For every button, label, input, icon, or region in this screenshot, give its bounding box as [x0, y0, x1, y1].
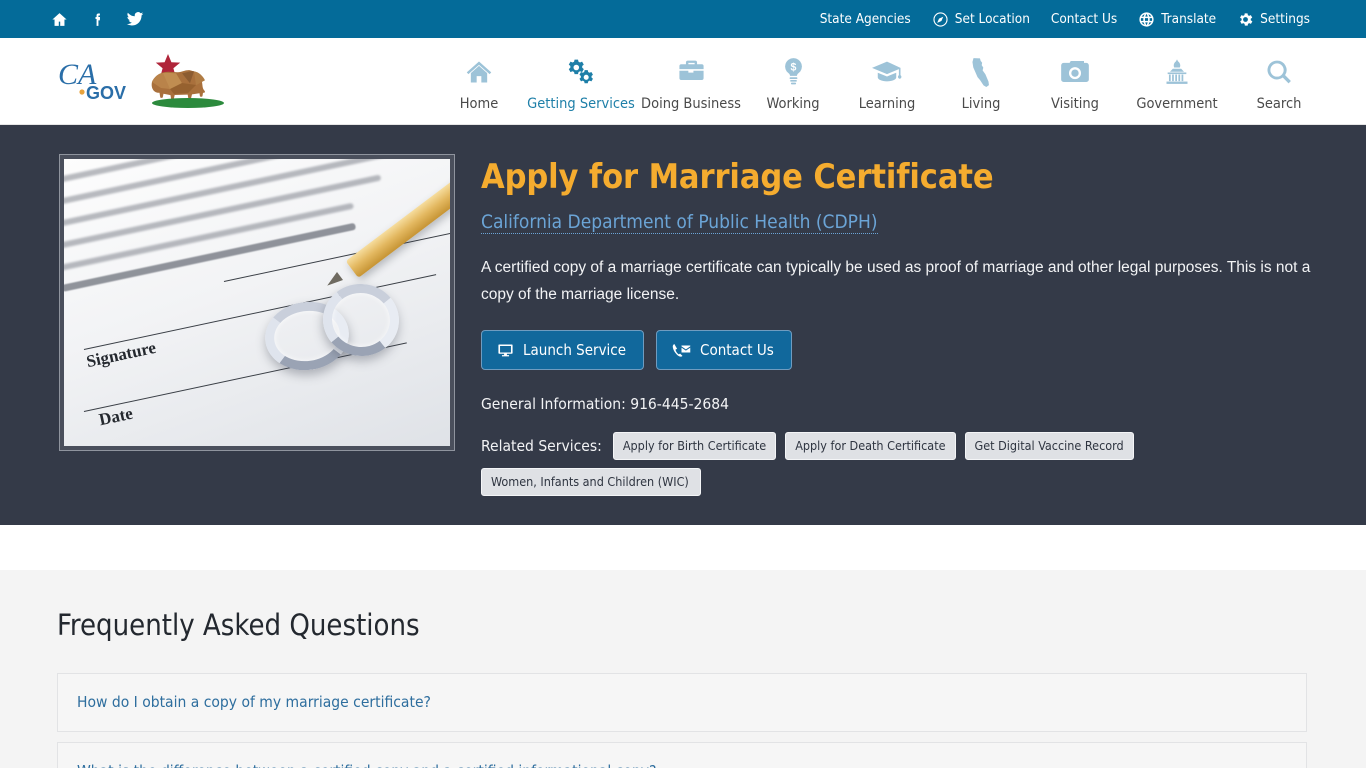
home-icon[interactable]	[50, 10, 68, 28]
content-gap	[0, 525, 1366, 570]
contact-us-button[interactable]: Contact Us	[656, 330, 792, 371]
utility-social-icons	[50, 10, 144, 28]
launch-service-label: Launch Service	[523, 341, 627, 360]
nav-items: Home Getting Services Doing Business $ W…	[432, 51, 1326, 112]
ca-gov-wordmark-icon: CA GOV	[56, 56, 130, 106]
gears-icon	[566, 57, 596, 87]
state-agencies-label: State Agencies	[819, 11, 911, 27]
faq-item[interactable]: How do I obtain a copy of my marriage ce…	[57, 673, 1307, 732]
nav-item-doing-business[interactable]: Doing Business	[636, 51, 746, 112]
faq-section: Frequently Asked Questions How do I obta…	[0, 570, 1366, 768]
translate-label: Translate	[1161, 11, 1217, 27]
nav-item-living[interactable]: Living	[934, 51, 1028, 112]
california-bear-icon	[134, 52, 242, 110]
state-agencies-link[interactable]: State Agencies	[820, 11, 911, 27]
desktop-monitor-icon	[497, 342, 514, 359]
hero-body: Apply for Marriage Certificate Californi…	[455, 154, 1326, 525]
twitter-icon[interactable]	[126, 10, 144, 28]
pen-icon	[345, 170, 450, 278]
nav-label-home: Home	[459, 95, 499, 112]
main-navigation: CA GOV Home Getting Services Doing Busin…	[0, 38, 1366, 125]
nav-label-living: Living	[961, 95, 1001, 112]
house-icon	[465, 57, 493, 87]
related-services-label: Related Services:	[481, 437, 602, 456]
contact-us-label: Contact Us	[1050, 11, 1118, 27]
nav-label-getting-services: Getting Services	[527, 95, 635, 112]
related-services: Related Services: Apply for Birth Certif…	[481, 432, 1326, 497]
search-icon	[1265, 57, 1293, 87]
faq-question: How do I obtain a copy of my marriage ce…	[77, 693, 431, 711]
nav-item-home[interactable]: Home	[432, 51, 526, 112]
marriage-document-photo: Signature Date	[64, 159, 450, 446]
related-service-tag[interactable]: Get Digital Vaccine Record	[964, 432, 1134, 461]
agency-link[interactable]: California Department of Public Health (…	[481, 211, 878, 235]
settings-label: Settings	[1260, 11, 1310, 27]
nav-label-government: Government	[1136, 95, 1218, 112]
utility-links: State Agencies Set Location Contact Us T…	[820, 11, 1310, 28]
nav-item-getting-services[interactable]: Getting Services	[526, 51, 636, 112]
camera-icon	[1060, 57, 1090, 87]
graduation-cap-icon	[872, 57, 902, 87]
nav-label-working: Working	[766, 95, 820, 112]
nav-label-search: Search	[1256, 95, 1302, 112]
nav-item-working[interactable]: $ Working	[746, 51, 840, 112]
california-state-icon	[971, 57, 991, 87]
svg-text:GOV: GOV	[86, 83, 126, 103]
nav-label-learning: Learning	[858, 95, 916, 112]
nav-item-visiting[interactable]: Visiting	[1028, 51, 1122, 112]
faq-heading: Frequently Asked Questions	[57, 608, 420, 642]
nav-label-visiting: Visiting	[1051, 95, 1099, 112]
pen-tip-icon	[324, 272, 344, 290]
phone-envelope-icon	[672, 342, 691, 359]
facebook-icon[interactable]	[88, 10, 106, 28]
translate-link[interactable]: Translate	[1138, 11, 1216, 28]
faq-question: What is the difference between a certifi…	[77, 762, 656, 768]
set-location-link[interactable]: Set Location	[932, 11, 1030, 28]
nav-label-doing-business: Doing Business	[641, 95, 741, 112]
hero-image-frame: Signature Date	[59, 154, 455, 451]
service-description: A certified copy of a marriage certifica…	[481, 259, 1311, 303]
settings-link[interactable]: Settings	[1237, 11, 1310, 28]
nav-item-learning[interactable]: Learning	[840, 51, 934, 112]
faq-list: How do I obtain a copy of my marriage ce…	[57, 673, 1307, 768]
nav-item-search[interactable]: Search	[1232, 51, 1326, 112]
contact-us-button-label: Contact Us	[700, 341, 774, 360]
svg-text:$: $	[790, 61, 796, 73]
lightbulb-dollar-icon: $	[780, 57, 807, 87]
general-information: General Information: 916-445-2684	[481, 395, 729, 414]
ca-gov-logo[interactable]: CA GOV	[56, 52, 242, 110]
hero-section: Signature Date Apply for Marriage Certif…	[0, 125, 1366, 525]
briefcase-icon	[677, 57, 706, 87]
related-service-tag[interactable]: Apply for Birth Certificate	[612, 432, 777, 461]
faq-item[interactable]: What is the difference between a certifi…	[57, 742, 1307, 768]
signature-label: Signature	[84, 337, 158, 372]
capitol-building-icon	[1163, 57, 1191, 87]
related-service-tag[interactable]: Women, Infants and Children (WIC)	[481, 468, 701, 497]
utility-bar: State Agencies Set Location Contact Us T…	[0, 0, 1366, 38]
location-compass-icon	[932, 11, 949, 28]
launch-service-button[interactable]: Launch Service	[481, 330, 645, 371]
contact-us-link[interactable]: Contact Us	[1051, 11, 1117, 27]
related-service-tag[interactable]: Apply for Death Certificate	[785, 432, 956, 461]
gear-icon	[1237, 11, 1254, 28]
hero-action-buttons: Launch Service Contact Us	[481, 330, 1326, 371]
nav-item-government[interactable]: Government	[1122, 51, 1232, 112]
set-location-label: Set Location	[954, 11, 1030, 27]
page-title: Apply for Marriage Certificate	[481, 157, 994, 197]
globe-icon	[1138, 11, 1155, 28]
